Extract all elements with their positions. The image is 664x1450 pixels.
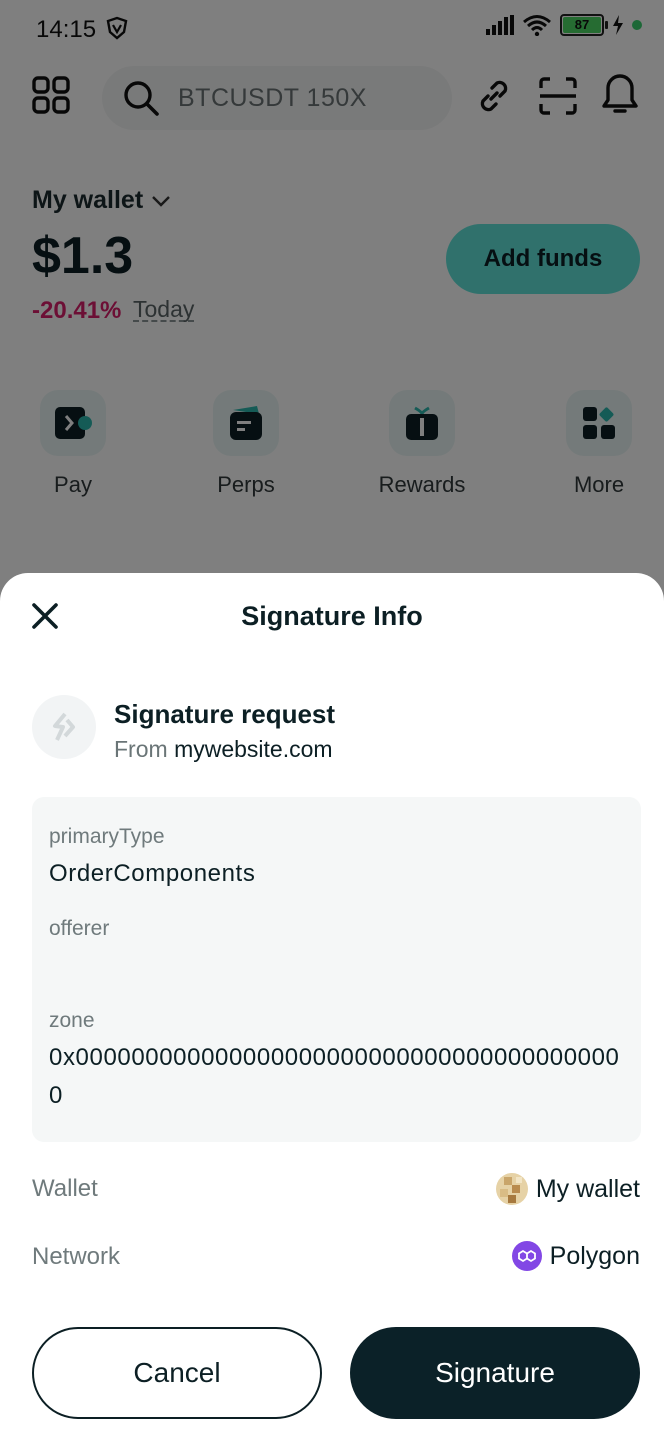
field-label-offerer: offerer <box>49 917 110 940</box>
origin-site: mywebsite.com <box>174 736 333 762</box>
network-row-label: Network <box>32 1243 121 1270</box>
field-label-primary-type: primaryType <box>49 825 165 848</box>
signature-button[interactable]: Signature <box>350 1327 640 1419</box>
field-label-zone: zone <box>49 1009 95 1032</box>
wallet-name-value: My wallet <box>535 1174 640 1203</box>
polygon-icon <box>511 1241 542 1271</box>
network-row-value: Polygon <box>511 1241 640 1271</box>
origin-prefix: From <box>114 736 168 762</box>
dapp-logo-icon <box>53 712 75 741</box>
network-name-value: Polygon <box>549 1241 640 1270</box>
wallet-avatar-icon <box>495 1173 528 1205</box>
request-origin: From mywebsite.com <box>114 736 333 763</box>
signature-request-title: Signature request <box>114 699 336 729</box>
site-logo <box>32 695 96 759</box>
sheet-title: Signature Info <box>241 601 423 631</box>
wallet-row-value: My wallet <box>495 1173 640 1205</box>
wallet-row-label: Wallet <box>32 1175 98 1202</box>
field-value-zone: 0x00000000000000000000000000000000000000… <box>49 1044 620 1109</box>
signature-details-panel: primaryType OrderComponents offerer zone… <box>32 797 641 1142</box>
signature-info-sheet: Signature Info Signature request From my… <box>0 573 664 1450</box>
cancel-button[interactable]: Cancel <box>32 1327 322 1419</box>
field-value-primary-type: OrderComponents <box>49 860 256 887</box>
